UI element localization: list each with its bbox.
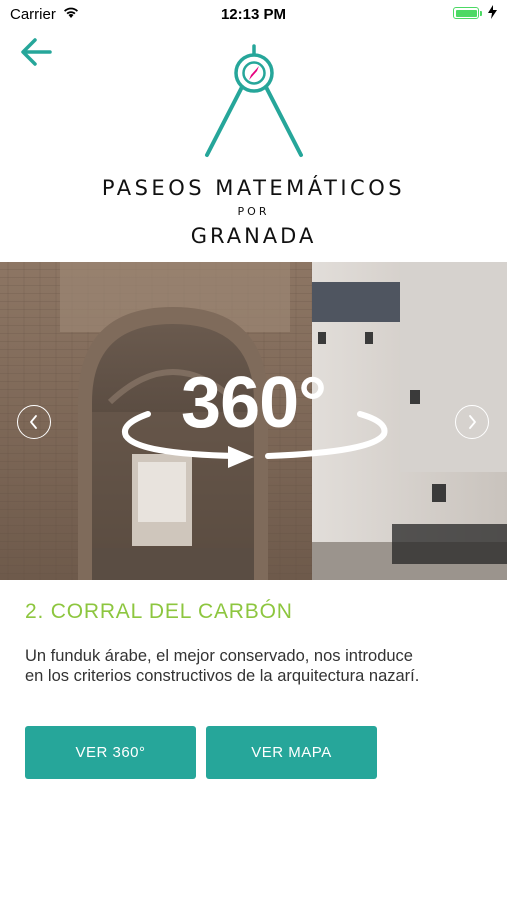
brand-city: GRANADA [190,224,317,248]
charging-bolt-icon [488,5,497,19]
brand-subtitle: POR [237,205,270,218]
status-bar: Carrier 12:13 PM [0,0,507,28]
view-map-button[interactable]: VER MAPA [206,726,377,779]
place-description: Un funduk árabe, el mejor conservado, no… [25,647,420,685]
compass-icon [205,44,303,157]
chevron-right-icon [469,415,476,429]
carousel-next-button[interactable] [455,405,489,439]
rotate-360-icon [122,411,388,468]
clock: 12:13 PM [220,6,287,23]
chevron-left-icon [30,415,37,429]
battery-icon [453,7,482,19]
place-title: 2. CORRAL DEL CARBÓN [25,600,293,623]
view-360-button[interactable]: VER 360° [25,726,196,779]
image-carousel[interactable]: 360° [0,262,507,580]
carousel-prev-button[interactable] [17,405,51,439]
back-arrow-icon [21,38,52,66]
back-button[interactable] [18,36,58,70]
brand-title: PASEOS MATEMÁTICOS [101,176,406,200]
